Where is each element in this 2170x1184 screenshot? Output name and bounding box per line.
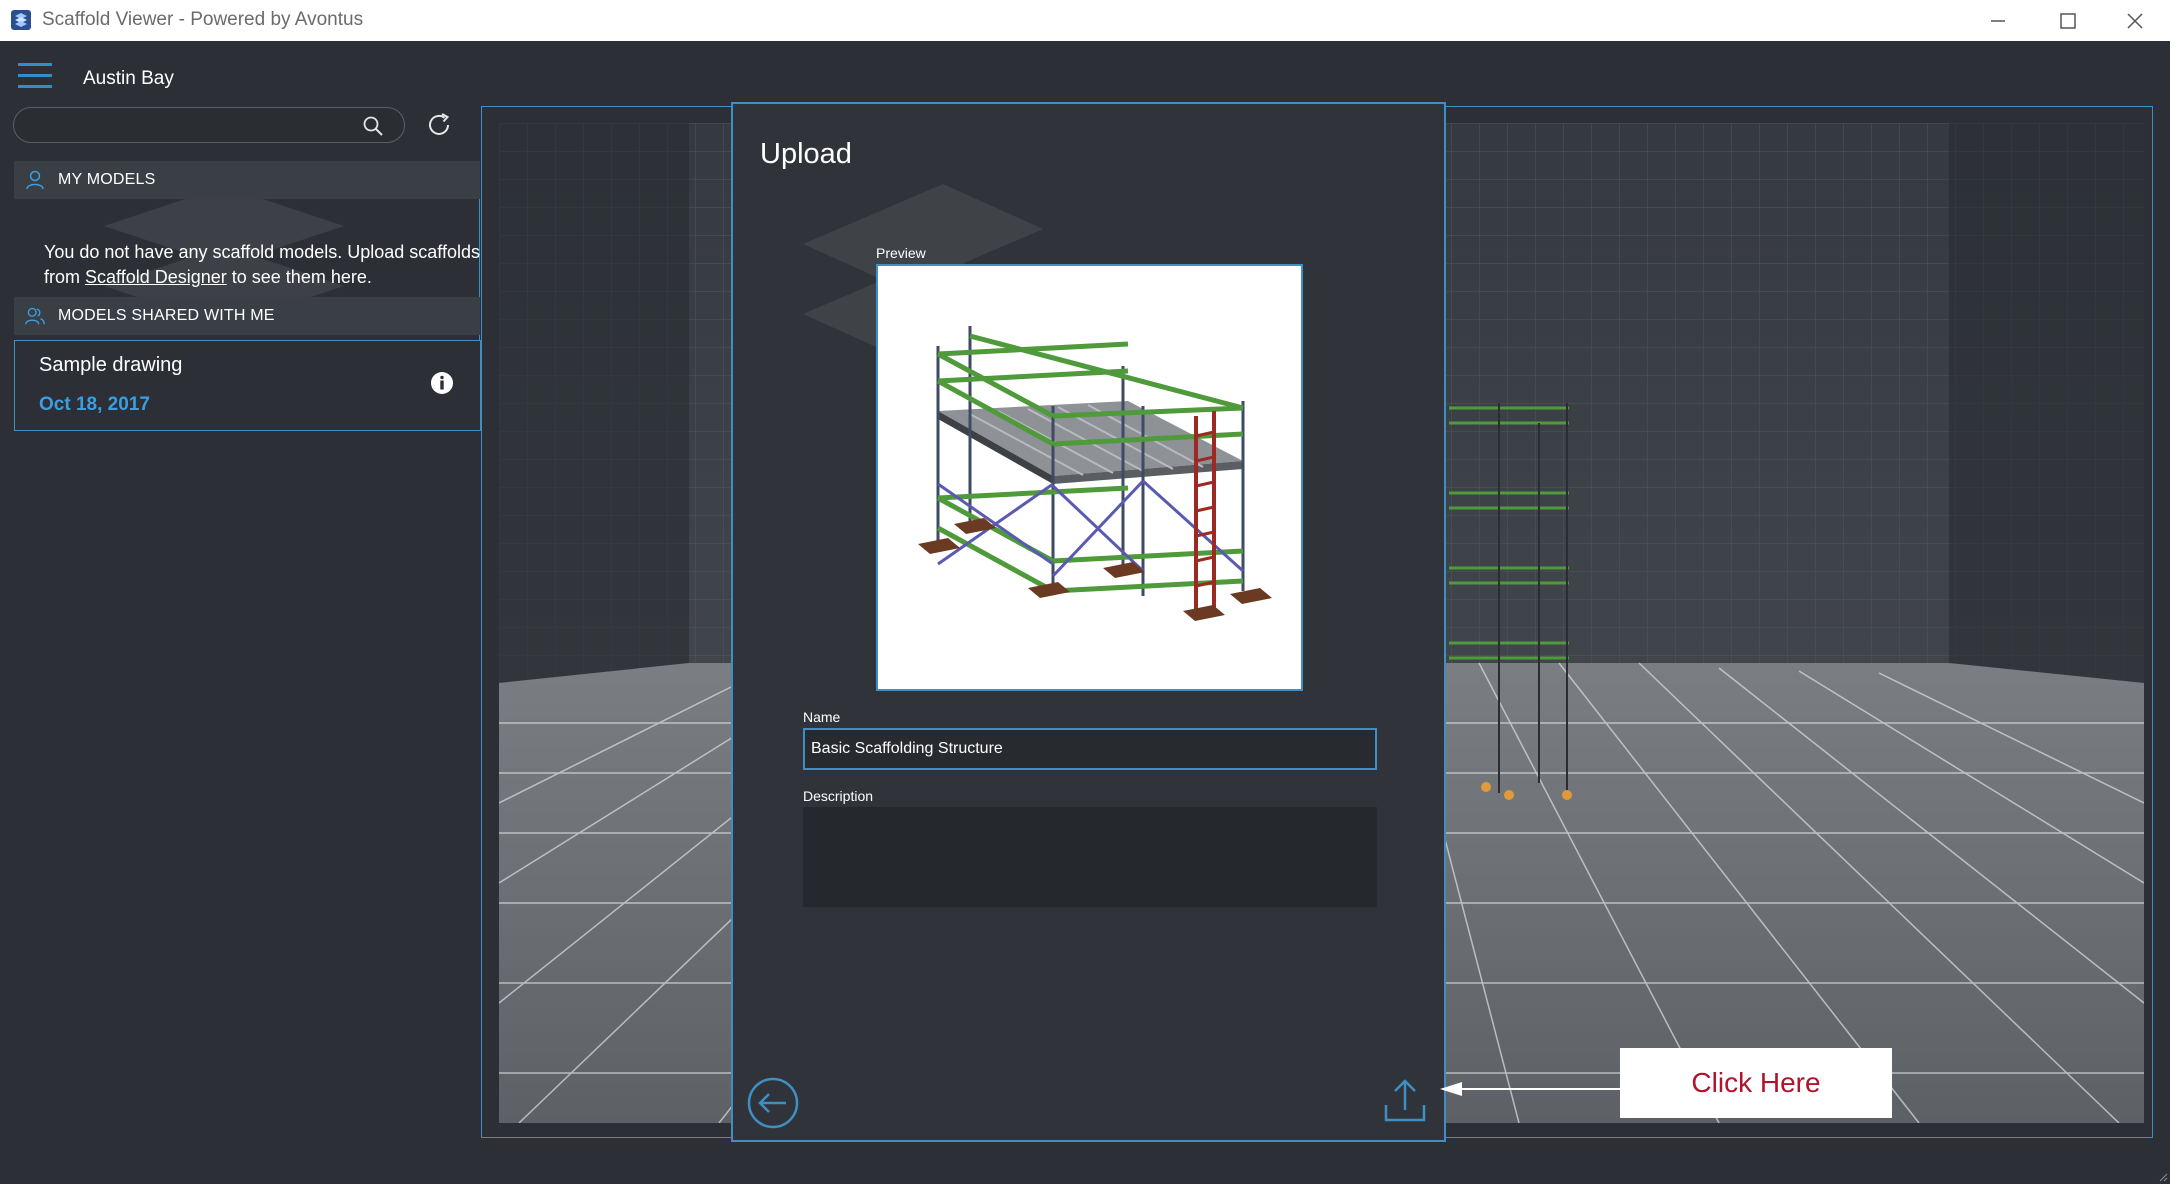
window-title: Scaffold Viewer - Powered by Avontus <box>42 9 364 30</box>
minimize-icon <box>1991 19 2005 22</box>
model-name: Sample drawing <box>39 354 183 376</box>
model-date: Oct 18, 2017 <box>39 394 150 415</box>
my-models-empty-message: You do not have any scaffold models. Upl… <box>44 240 484 290</box>
search-box[interactable] <box>13 107 405 143</box>
user-icon <box>26 170 44 190</box>
shared-models-label: MODELS SHARED WITH ME <box>58 307 275 324</box>
upload-icon[interactable] <box>1383 1077 1427 1123</box>
preview-image <box>876 264 1303 691</box>
title-bar: Scaffold Viewer - Powered by Avontus <box>0 0 2170 41</box>
app-body: Austin Bay MY MODELS You do not have any… <box>0 41 2170 1184</box>
dialog-title: Upload <box>760 138 852 170</box>
refresh-icon[interactable] <box>425 111 453 139</box>
menu-button[interactable] <box>18 63 52 89</box>
shared-models-header: MODELS SHARED WITH ME <box>14 297 480 335</box>
preview-label: Preview <box>876 245 926 261</box>
click-here-callout: Click Here <box>1620 1048 1892 1118</box>
name-input[interactable] <box>803 728 1377 770</box>
scaffold-preview-illustration <box>918 326 1272 621</box>
my-models-header: MY MODELS <box>14 161 480 199</box>
my-models-label: MY MODELS <box>58 171 156 188</box>
back-arrow-icon[interactable] <box>746 1076 800 1130</box>
users-icon <box>25 307 45 325</box>
description-label: Description <box>803 788 874 804</box>
search-icon[interactable] <box>362 115 384 137</box>
resize-grip-icon[interactable] <box>2158 1172 2168 1182</box>
name-label: Name <box>803 709 841 725</box>
callout-arrow-icon <box>1440 1082 1624 1096</box>
hamburger-icon-line <box>18 74 52 77</box>
close-icon <box>2127 12 2143 29</box>
hamburger-icon <box>18 63 52 66</box>
scaffold-designer-link[interactable]: Scaffold Designer <box>85 267 227 287</box>
description-input[interactable] <box>803 807 1377 907</box>
close-button[interactable] <box>2100 0 2170 41</box>
app-logo-icon <box>11 10 31 30</box>
username: Austin Bay <box>83 68 174 89</box>
maximize-button[interactable] <box>2033 0 2103 41</box>
upload-dialog: Upload Preview Name Basic Scaffolding St… <box>731 102 1446 1142</box>
maximize-icon <box>2060 12 2076 29</box>
list-item[interactable]: Sample drawing Oct 18, 2017 <box>14 340 481 431</box>
minimize-button[interactable] <box>1963 0 2033 41</box>
empty-message-text-end: to see them here. <box>226 267 372 287</box>
hamburger-icon-line <box>18 85 52 88</box>
info-icon[interactable] <box>430 371 454 395</box>
